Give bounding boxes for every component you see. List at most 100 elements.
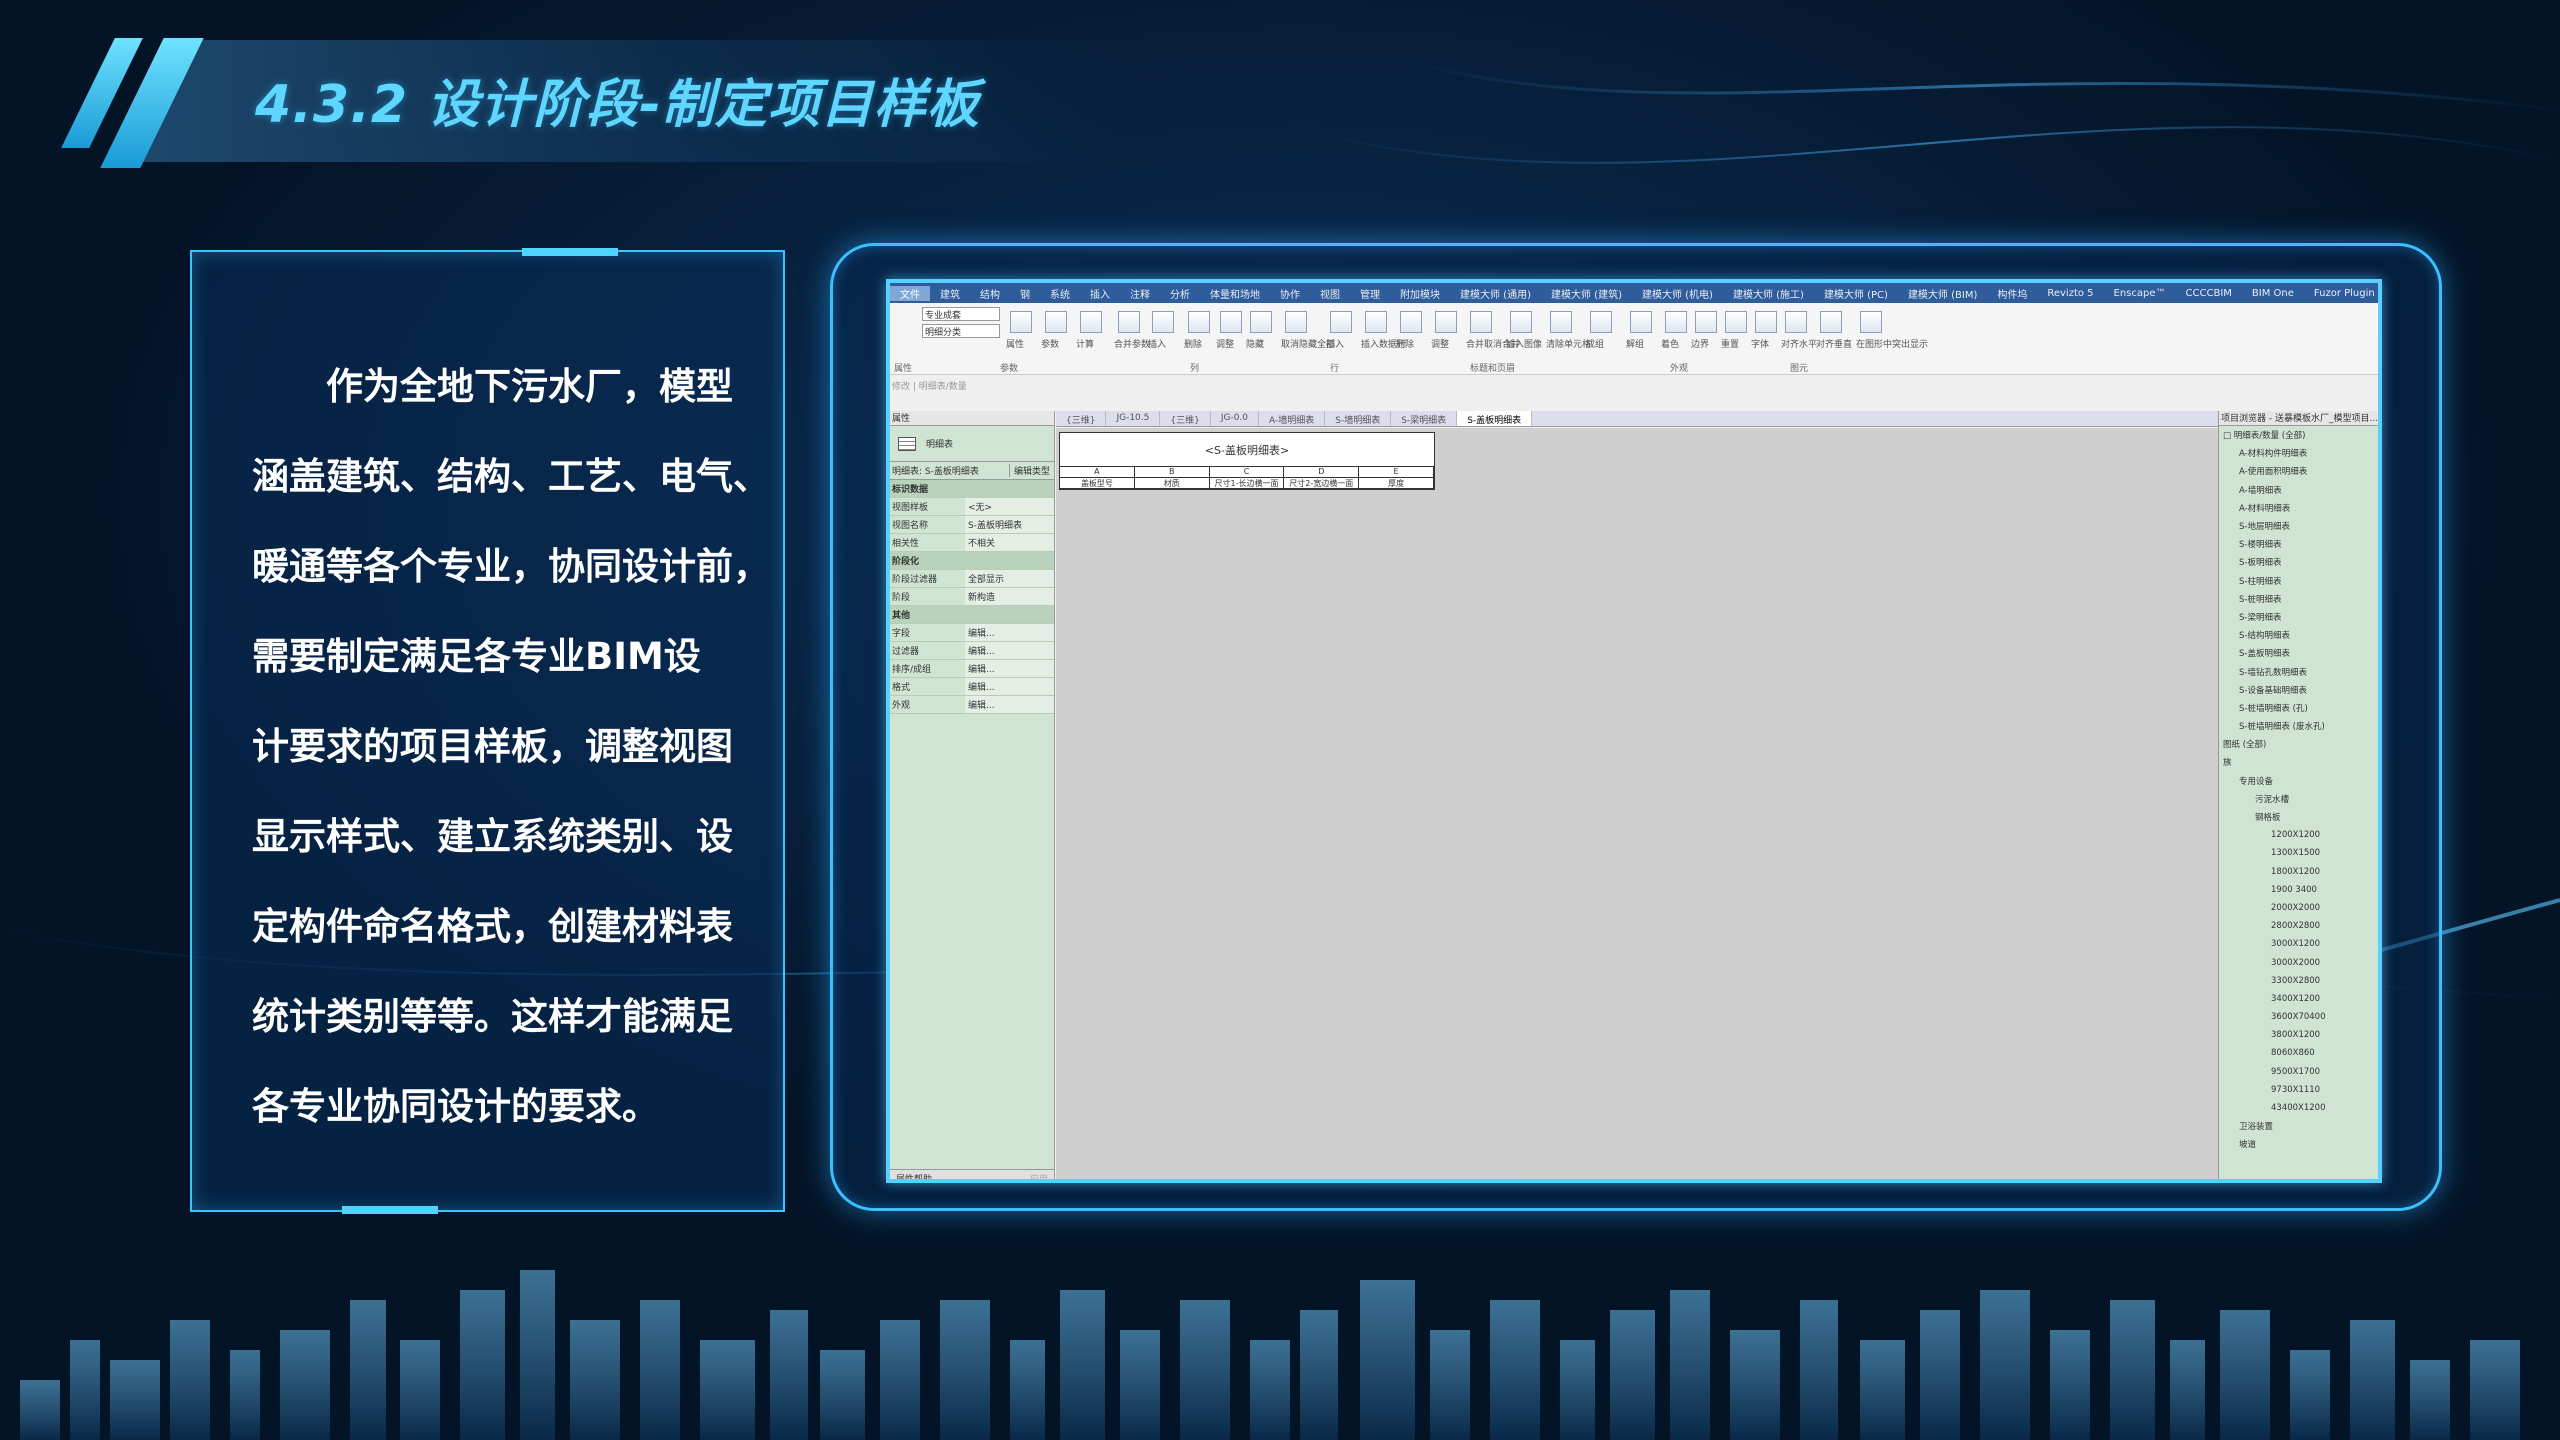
revit-menu-bar[interactable]: 文件 建筑 结构钢系统 插入 注释 分析 体量和场地 协作 视图 管理 附加模块 建模大师 (通用) 建…	[890, 283, 2378, 303]
browser-tree-item[interactable]: □ 明细表/数量 (全部)	[2219, 426, 2378, 444]
menu-item[interactable]: 协作	[1270, 286, 1310, 301]
browser-tree-item[interactable]: 污泥水槽	[2219, 790, 2378, 808]
view-tab[interactable]: {三维}	[1056, 411, 1107, 426]
property-value[interactable]: 新构造	[965, 588, 1054, 605]
view-tab[interactable]: JG-10.5	[1106, 411, 1161, 426]
menu-item[interactable]: 附加模块	[1390, 286, 1450, 301]
ribbon-button-icon[interactable]	[1630, 311, 1652, 333]
menu-item[interactable]: BIM One	[2242, 288, 2304, 299]
property-row[interactable]: 排序/成组 编辑...	[890, 660, 1054, 678]
ribbon-button-icon[interactable]	[1045, 311, 1067, 333]
view-tab[interactable]: S-墙明细表	[1325, 411, 1392, 426]
view-tab[interactable]: S-梁明细表	[1391, 411, 1458, 426]
browser-tree-item[interactable]: 1300X1500	[2219, 844, 2378, 862]
apply-button[interactable]: 应用	[1030, 1172, 1048, 1179]
browser-tree-item[interactable]: 图纸 (全部)	[2219, 735, 2378, 753]
schedule-column-header[interactable]: 盖板型号	[1060, 478, 1135, 489]
ribbon-button-icon[interactable]	[1400, 311, 1422, 333]
menu-item[interactable]: 插入	[1080, 286, 1120, 301]
menu-item[interactable]: 管理	[1350, 286, 1390, 301]
browser-tree-item[interactable]: 3400X1200	[2219, 990, 2378, 1008]
browser-tree-item[interactable]: 43400X1200	[2219, 1099, 2378, 1117]
browser-tree-item[interactable]: A-墙明细表	[2219, 481, 2378, 499]
ribbon-button-icon[interactable]	[1330, 311, 1352, 333]
browser-tree-item[interactable]: 9500X1700	[2219, 1063, 2378, 1081]
browser-tree-item[interactable]: A-材料构件明细表	[2219, 444, 2378, 462]
menu-item[interactable]: 系统	[1040, 286, 1080, 301]
edit-type-button[interactable]: 编辑类型	[1008, 464, 1054, 477]
browser-tree-item[interactable]: S-板明细表	[2219, 553, 2378, 571]
property-value[interactable]: 编辑...	[965, 642, 1054, 659]
type-selector[interactable]: 专业成套 明细分类	[922, 307, 1000, 338]
ribbon-button-icon[interactable]	[1220, 311, 1242, 333]
schedule-column-header[interactable]: 材质	[1134, 478, 1210, 489]
browser-tree-item[interactable]: 3300X2800	[2219, 972, 2378, 990]
schedule-column-header[interactable]: 尺寸2-宽边横一面	[1284, 478, 1360, 489]
ribbon-button-icon[interactable]	[1590, 311, 1612, 333]
menu-item[interactable]: 注释	[1120, 286, 1160, 301]
type-dropdown[interactable]: 专业成套	[922, 307, 1000, 321]
browser-tree-item[interactable]: 坡道	[2219, 1135, 2378, 1153]
view-tab[interactable]: A-墙明细表	[1259, 411, 1326, 426]
browser-tree-item[interactable]: S-设备基础明细表	[2219, 681, 2378, 699]
menu-item[interactable]: 钢	[1010, 286, 1040, 301]
ribbon-button-icon[interactable]	[1118, 311, 1140, 333]
browser-tree-item[interactable]: 2800X2800	[2219, 917, 2378, 935]
ribbon-button-icon[interactable]	[1510, 311, 1532, 333]
browser-tree-item[interactable]: 钢格板	[2219, 808, 2378, 826]
browser-tree-item[interactable]: S-楼明细表	[2219, 535, 2378, 553]
browser-tree-item[interactable]: 2000X2000	[2219, 899, 2378, 917]
browser-tree-item[interactable]: S-墙钻孔数明细表	[2219, 662, 2378, 680]
property-row[interactable]: 相关性 不相关	[890, 534, 1054, 552]
menu-item[interactable]: Enscape™	[2104, 288, 2176, 299]
browser-tree-item[interactable]: S-梁明细表	[2219, 608, 2378, 626]
view-tab[interactable]: S-盖板明细表	[1457, 411, 1533, 426]
ribbon-button-icon[interactable]	[1010, 311, 1032, 333]
menu-item[interactable]: 体量和场地	[1200, 286, 1270, 301]
menu-item[interactable]: 建模大师 (BIM)	[1898, 286, 1987, 301]
view-tab[interactable]: {三维}	[1160, 411, 1211, 426]
browser-tree-item[interactable]: 9730X1110	[2219, 1081, 2378, 1099]
browser-tree-item[interactable]: 1900 3400	[2219, 881, 2378, 899]
property-row[interactable]: 阶段 新构造	[890, 588, 1054, 606]
menu-item[interactable]: 建模大师 (PC)	[1814, 286, 1898, 301]
browser-tree-item[interactable]: S-桩墙明细表 (废水孔)	[2219, 717, 2378, 735]
property-value[interactable]: <无>	[965, 498, 1054, 515]
browser-tree-item[interactable]: 3000X2000	[2219, 953, 2378, 971]
schedule-column-header[interactable]: 厚度	[1359, 478, 1434, 489]
ribbon-button-icon[interactable]	[1250, 311, 1272, 333]
browser-tree-item[interactable]: 3000X1200	[2219, 935, 2378, 953]
ribbon-button-icon[interactable]	[1550, 311, 1572, 333]
type-dropdown[interactable]: 明细分类	[922, 324, 1000, 338]
browser-tree-item[interactable]: 卫浴装置	[2219, 1117, 2378, 1135]
browser-tree-item[interactable]: 专用设备	[2219, 772, 2378, 790]
ribbon-button-icon[interactable]	[1188, 311, 1210, 333]
menu-item[interactable]: 建模大师 (施工)	[1723, 286, 1814, 301]
ribbon-button-icon[interactable]	[1665, 311, 1687, 333]
property-value[interactable]: 编辑...	[965, 678, 1054, 695]
ribbon-button-icon[interactable]	[1365, 311, 1387, 333]
browser-tree-item[interactable]: S-桩墙明细表 (孔)	[2219, 699, 2378, 717]
property-row[interactable]: 外观 编辑...	[890, 696, 1054, 714]
menu-item[interactable]: 结构	[970, 286, 1010, 301]
property-row[interactable]: 格式 编辑...	[890, 678, 1054, 696]
browser-tree-item[interactable]: S-柱明细表	[2219, 572, 2378, 590]
property-row[interactable]: 字段 编辑...	[890, 624, 1054, 642]
menu-item[interactable]: 文件	[890, 285, 930, 301]
menu-item[interactable]: 构件坞	[1987, 286, 2037, 301]
menu-item[interactable]: 建模大师 (通用)	[1450, 286, 1541, 301]
view-tab[interactable]: JG-0.0	[1211, 411, 1260, 426]
browser-tree-item[interactable]: S-桩明细表	[2219, 590, 2378, 608]
ribbon-button-icon[interactable]	[1755, 311, 1777, 333]
property-value[interactable]: 编辑...	[965, 660, 1054, 677]
ribbon-button-icon[interactable]	[1470, 311, 1492, 333]
menu-item[interactable]: 视图	[1310, 286, 1350, 301]
menu-item[interactable]: 建筑	[930, 286, 970, 301]
browser-tree-item[interactable]: 1200X1200	[2219, 826, 2378, 844]
ribbon-button-icon[interactable]	[1435, 311, 1457, 333]
browser-tree-item[interactable]: 族	[2219, 753, 2378, 771]
property-row[interactable]: 视图样板 <无>	[890, 498, 1054, 516]
menu-item[interactable]: Revizto 5	[2037, 288, 2103, 299]
browser-tree-item[interactable]: S-盖板明细表	[2219, 644, 2378, 662]
browser-tree-item[interactable]: S-地层明细表	[2219, 517, 2378, 535]
